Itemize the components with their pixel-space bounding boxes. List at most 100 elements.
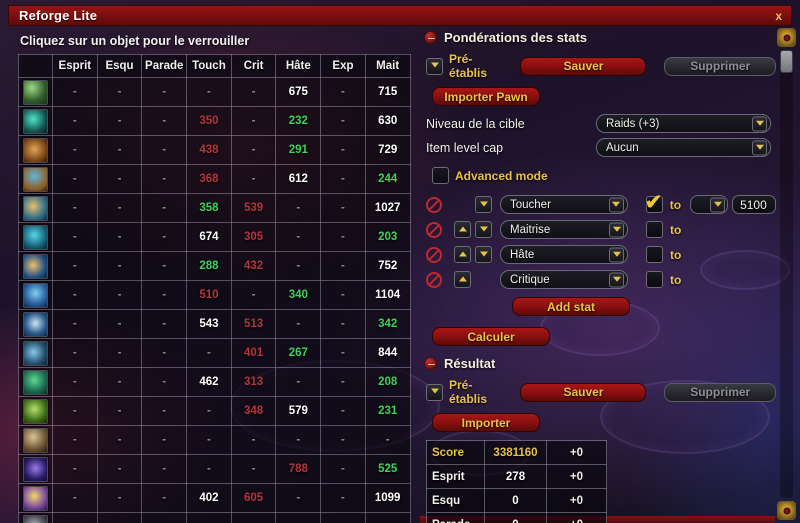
chevron-down-icon[interactable] (752, 116, 767, 131)
item-icon-cell[interactable] (18, 280, 53, 310)
item-stat-cell: 1104 (364, 280, 411, 310)
stat-select-dropdown[interactable]: Hâte (500, 245, 628, 264)
item-icon-cell[interactable] (18, 512, 53, 523)
table-row[interactable]: - - -358 539- -1027 (18, 193, 411, 223)
item-icon-cell[interactable] (18, 483, 53, 513)
target-level-dropdown[interactable]: Raids (+3) (596, 114, 771, 133)
item-icon-cell[interactable] (18, 338, 53, 368)
remove-stat-icon[interactable] (426, 271, 442, 288)
collapse-weights-icon[interactable] (424, 31, 437, 44)
table-row[interactable]: - - -402 605- -1099 (18, 483, 411, 513)
stat-cap-checkbox[interactable] (646, 271, 663, 288)
scroll-up-button[interactable] (777, 28, 796, 47)
collapse-result-icon[interactable] (424, 357, 437, 370)
weights-preset-dropdown-icon[interactable] (426, 57, 443, 75)
chevron-down-icon[interactable] (609, 247, 624, 262)
item-icon-14[interactable] (23, 485, 48, 511)
item-icon-5[interactable] (23, 224, 48, 250)
remove-stat-icon[interactable] (426, 221, 442, 238)
table-row[interactable]: - - -543 513- -342 (18, 309, 411, 339)
stat-select-dropdown[interactable]: Critique (500, 270, 628, 289)
item-icon-2[interactable] (23, 137, 48, 163)
item-icon-cell[interactable] (18, 222, 53, 252)
item-icon-7[interactable] (23, 282, 48, 308)
remove-stat-icon[interactable] (426, 246, 442, 263)
close-icon[interactable]: x (775, 10, 782, 22)
item-icon-cell[interactable] (18, 193, 53, 223)
item-stat-cell: - (52, 251, 98, 281)
table-row[interactable]: - - -438-291-729 (18, 135, 411, 165)
stat-cap-type-dropdown[interactable] (690, 195, 729, 214)
item-icon-cell[interactable] (18, 425, 53, 455)
stat-cap-value-input[interactable]: 5100 (732, 195, 776, 214)
table-row[interactable]: - - - - -675-715 (18, 77, 411, 107)
stat-select-dropdown[interactable]: Toucher (500, 195, 628, 214)
result-preset-dropdown-icon[interactable] (426, 383, 443, 401)
weights-preset-row: Pré-établis Sauver Supprimer (426, 52, 776, 80)
stat-select-dropdown[interactable]: Maitrise (500, 220, 628, 239)
weights-save-button[interactable]: Sauver (520, 56, 647, 76)
items-col-parade: Parade (141, 54, 188, 78)
main-scrollbar[interactable] (777, 28, 797, 520)
move-stat-down-icon[interactable] (475, 221, 492, 238)
chevron-down-icon[interactable] (752, 140, 767, 155)
item-level-cap-dropdown[interactable]: Aucun (596, 138, 771, 157)
table-row[interactable]: - - -462 313- -208 (18, 367, 411, 397)
item-icon-cell[interactable] (18, 164, 53, 194)
result-import-button[interactable]: Importer (432, 413, 540, 432)
import-pawn-button[interactable]: Importer Pawn (432, 87, 540, 106)
item-icon-cell[interactable] (18, 251, 53, 281)
item-icon-12[interactable] (23, 427, 48, 453)
item-icon-cell[interactable] (18, 77, 53, 107)
table-row[interactable]: - - -350-232-630 (18, 106, 411, 136)
item-icon-4[interactable] (23, 195, 48, 221)
item-icon-1[interactable] (23, 108, 48, 134)
table-row[interactable]: - - - -401 267-844 (18, 338, 411, 368)
item-icon-cell[interactable] (18, 106, 53, 136)
add-stat-button[interactable]: Add stat (512, 297, 630, 316)
advanced-mode-checkbox[interactable] (432, 167, 449, 184)
chevron-down-icon[interactable] (710, 197, 726, 212)
item-icon-cell[interactable] (18, 367, 53, 397)
chevron-down-icon[interactable] (608, 197, 624, 212)
calculate-button[interactable]: Calculer (432, 327, 550, 346)
item-icon-15[interactable] (23, 514, 48, 523)
item-icon-3[interactable] (23, 166, 48, 192)
item-stat-cell: - (186, 396, 232, 426)
scroll-down-button[interactable] (777, 501, 796, 520)
move-stat-up-icon[interactable] (454, 221, 471, 238)
move-stat-up-icon[interactable] (454, 246, 471, 263)
item-icon-cell[interactable] (18, 396, 53, 426)
chevron-down-icon[interactable] (609, 222, 624, 237)
item-icon-cell[interactable] (18, 454, 53, 484)
stat-cap-checkbox[interactable] (645, 190, 663, 215)
scrollbar-track[interactable] (780, 50, 793, 498)
move-stat-up-icon[interactable] (454, 271, 471, 288)
stat-cap-checkbox[interactable] (646, 221, 663, 238)
move-stat-down-icon[interactable] (475, 246, 492, 263)
item-icon-cell[interactable] (18, 309, 53, 339)
item-icon-6[interactable] (23, 253, 48, 279)
table-row[interactable]: - - -288 432- -752 (18, 251, 411, 281)
scrollbar-thumb[interactable] (780, 50, 793, 73)
table-row[interactable]: - - - -348 579-231 (18, 396, 411, 426)
remove-stat-icon[interactable] (426, 196, 442, 213)
item-icon-10[interactable] (23, 369, 48, 395)
item-stat-cell: - (96, 483, 143, 513)
item-icon-8[interactable] (23, 311, 48, 337)
item-icon-9[interactable] (23, 340, 48, 366)
item-icon-cell[interactable] (18, 135, 53, 165)
chevron-down-icon[interactable] (609, 272, 624, 287)
stat-cap-checkbox[interactable] (646, 246, 663, 263)
table-row[interactable]: -------- (18, 425, 411, 455)
table-row[interactable]: - - -510-340-1104 (18, 280, 411, 310)
table-row[interactable]: - - -674 305- -203 (18, 222, 411, 252)
item-icon-0[interactable] (23, 79, 48, 105)
move-stat-down-icon[interactable] (475, 196, 492, 213)
table-row[interactable]: - - - - -788-525 (18, 454, 411, 484)
table-row[interactable]: - - -368-612-244 (18, 164, 411, 194)
item-icon-11[interactable] (23, 398, 48, 424)
result-save-button[interactable]: Sauver (520, 382, 647, 402)
table-row[interactable]: -------- (18, 512, 411, 523)
item-icon-13[interactable] (23, 456, 48, 482)
